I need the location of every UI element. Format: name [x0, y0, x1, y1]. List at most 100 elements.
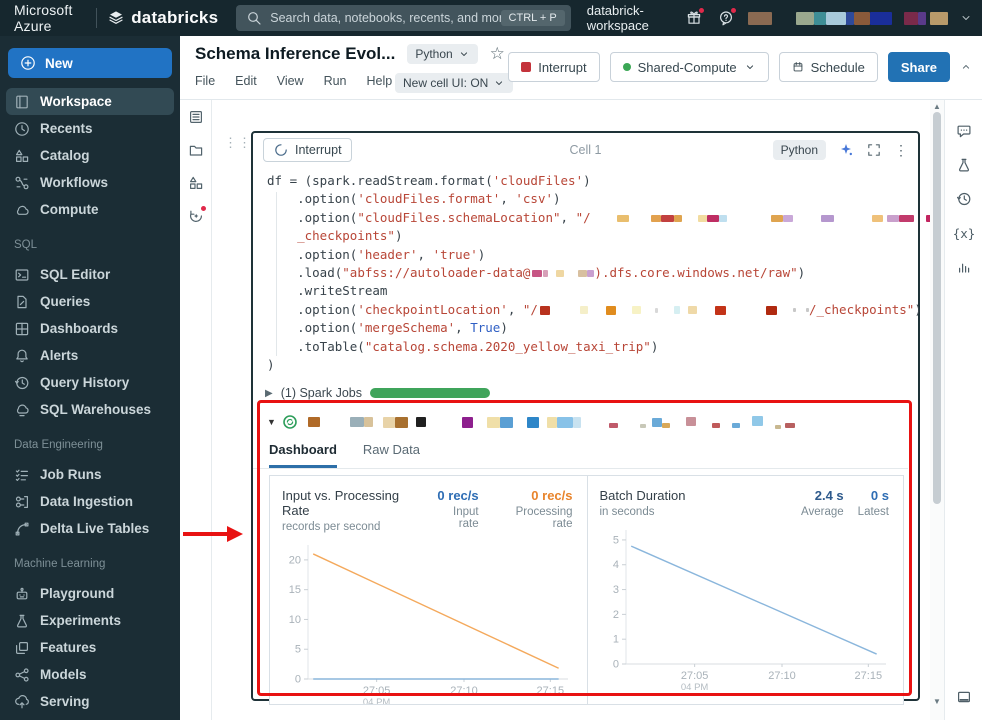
new-cell-ui-toggle[interactable]: New cell UI: ON — [395, 73, 514, 93]
stop-square-icon — [521, 62, 532, 72]
assistant-button[interactable] — [180, 199, 212, 232]
serving-icon — [14, 694, 30, 710]
menu-run[interactable]: Run — [324, 74, 347, 88]
experiments-panel-button[interactable] — [945, 148, 982, 182]
chevron-down-icon — [493, 77, 505, 89]
azure-logo: Microsoft Azure — [14, 2, 73, 34]
variable-explorer-button[interactable]: {x} — [945, 216, 982, 250]
expand-cell-icon[interactable] — [866, 142, 882, 158]
code-line: df = (spark.readStream.format('cloudFile… — [267, 173, 591, 188]
spark-jobs-row: ▶ (1) Spark Jobs — [253, 382, 918, 404]
sidebar-item-workspace[interactable]: Workspace — [6, 88, 174, 115]
stream-widget-header[interactable]: ▼ — [253, 404, 918, 432]
code-line: .option('cloudFiles.format', 'csv') — [267, 191, 561, 207]
svg-text:20: 20 — [289, 555, 301, 567]
search-shortcut-badge: CTRL + P — [500, 10, 565, 26]
table-of-contents-button[interactable] — [180, 100, 212, 133]
code-line: _checkpoints") — [267, 228, 403, 244]
stream-tabs: Dashboard Raw Data — [253, 432, 908, 470]
redacted-text — [530, 269, 595, 277]
stream-status-icon — [282, 414, 298, 430]
spark-jobs-progress-bar — [369, 388, 490, 399]
cell-drag-handle[interactable]: ⋮⋮ — [224, 136, 251, 149]
databricks-brand[interactable]: databricks — [108, 8, 218, 28]
sidebar-item-sql-warehouses[interactable]: SQL Warehouses — [6, 396, 174, 423]
account-menu-button[interactable] — [960, 12, 972, 24]
workspace-name[interactable]: databrick-workspace — [587, 3, 670, 33]
sidebar-item-workflows[interactable]: Workflows — [6, 169, 174, 196]
scrollbar-thumb[interactable] — [933, 112, 941, 504]
language-selector[interactable]: Python — [407, 44, 478, 64]
compute-selector[interactable]: Shared-Compute — [609, 52, 769, 82]
chevron-down-icon — [744, 61, 756, 73]
sidebar-item-dashboards[interactable]: Dashboards — [6, 315, 174, 342]
whats-new-button[interactable] — [686, 7, 706, 26]
sidebar-section-header: Machine Learning — [14, 558, 106, 570]
query-history-icon — [14, 375, 30, 391]
svg-text:04 PM: 04 PM — [680, 682, 708, 693]
global-search-input[interactable]: Search data, notebooks, recents, and mor… — [236, 5, 571, 31]
selected-cell-container[interactable]: Interrupt Cell 1 Python ⋮ df = (spark.re… — [251, 131, 935, 706]
schedule-button[interactable]: Schedule — [778, 52, 878, 82]
scroll-up-arrow[interactable]: ▲ — [930, 102, 944, 111]
menu-edit[interactable]: Edit — [235, 74, 257, 88]
models-icon — [14, 667, 30, 683]
tab-dashboard[interactable]: Dashboard — [269, 442, 337, 469]
tab-raw-data[interactable]: Raw Data — [363, 442, 420, 468]
history-clock-icon — [956, 191, 972, 207]
interrupt-button[interactable]: Interrupt — [508, 52, 600, 82]
series-processing-rate — [312, 553, 559, 670]
features-icon — [14, 640, 30, 656]
menu-help[interactable]: Help — [367, 74, 393, 88]
data-ingestion-icon — [14, 494, 30, 510]
sidebar-item-features[interactable]: Features — [6, 634, 174, 661]
indent-guide — [276, 192, 277, 356]
sidebar-item-sql-editor[interactable]: SQL Editor — [6, 261, 174, 288]
menu-view[interactable]: View — [277, 74, 304, 88]
notification-dot — [698, 7, 706, 14]
comments-button[interactable] — [945, 114, 982, 148]
data-profile-button[interactable] — [945, 250, 982, 284]
expander-icon[interactable]: ▶ — [265, 388, 273, 399]
folder-panel-button[interactable] — [180, 133, 212, 166]
sidebar-item-playground[interactable]: Playground — [6, 580, 174, 607]
notebook-title[interactable]: Schema Inference Evol... — [195, 44, 395, 64]
assistant-sparkle-icon[interactable] — [838, 142, 854, 158]
sidebar-item-queries[interactable]: Queries — [6, 288, 174, 315]
sidebar-item-alerts[interactable]: Alerts — [6, 342, 174, 369]
bottom-panel-button[interactable] — [945, 680, 982, 714]
notification-dot — [730, 7, 738, 14]
new-button[interactable]: New — [8, 48, 172, 78]
plus-circle-icon — [20, 55, 36, 71]
menu-file[interactable]: File — [195, 74, 215, 88]
revision-history-button[interactable] — [945, 182, 982, 216]
sidebar-item-recents[interactable]: Recents — [6, 115, 174, 142]
comment-icon — [956, 123, 972, 139]
sidebar-item-catalog[interactable]: Catalog — [6, 142, 174, 169]
favorite-star-icon[interactable]: ☆ — [490, 44, 505, 64]
sidebar-item-job-runs[interactable]: Job Runs — [6, 461, 174, 488]
sidebar-item-data-ingestion[interactable]: Data Ingestion — [6, 488, 174, 515]
stream-dashboard: Input vs. Processing Rate records per sec… — [269, 475, 904, 706]
delta-live-tables-icon — [14, 521, 30, 537]
user-avatar[interactable] — [748, 11, 949, 25]
code-editor[interactable]: df = (spark.readStream.format('cloudFile… — [253, 167, 935, 382]
sidebar-item-delta-live-tables[interactable]: Delta Live Tables — [6, 515, 174, 542]
sidebar-item-models[interactable]: Models — [6, 661, 174, 688]
bottom-panel-icon — [956, 689, 972, 705]
feedback-button[interactable] — [718, 7, 738, 26]
collapse-header-button[interactable] — [960, 61, 972, 73]
sidebar-item-experiments[interactable]: Experiments — [6, 607, 174, 634]
sidebar-item-query-history[interactable]: Query History — [6, 369, 174, 396]
vertical-scrollbar[interactable]: ▲ ▼ — [930, 100, 944, 720]
share-button[interactable]: Share — [887, 52, 950, 82]
sidebar-item-serving[interactable]: Serving — [6, 688, 174, 715]
collapse-icon[interactable]: ▼ — [267, 417, 276, 427]
catalog-panel-button[interactable] — [180, 166, 212, 199]
cell-menu-icon[interactable]: ⋮ — [894, 142, 908, 159]
cell-language-badge[interactable]: Python — [772, 140, 826, 160]
cell-interrupt-button[interactable]: Interrupt — [263, 138, 352, 162]
sidebar-item-compute[interactable]: Compute — [6, 196, 174, 223]
running-spinner-icon — [273, 142, 289, 158]
scroll-down-arrow[interactable]: ▼ — [930, 697, 944, 706]
